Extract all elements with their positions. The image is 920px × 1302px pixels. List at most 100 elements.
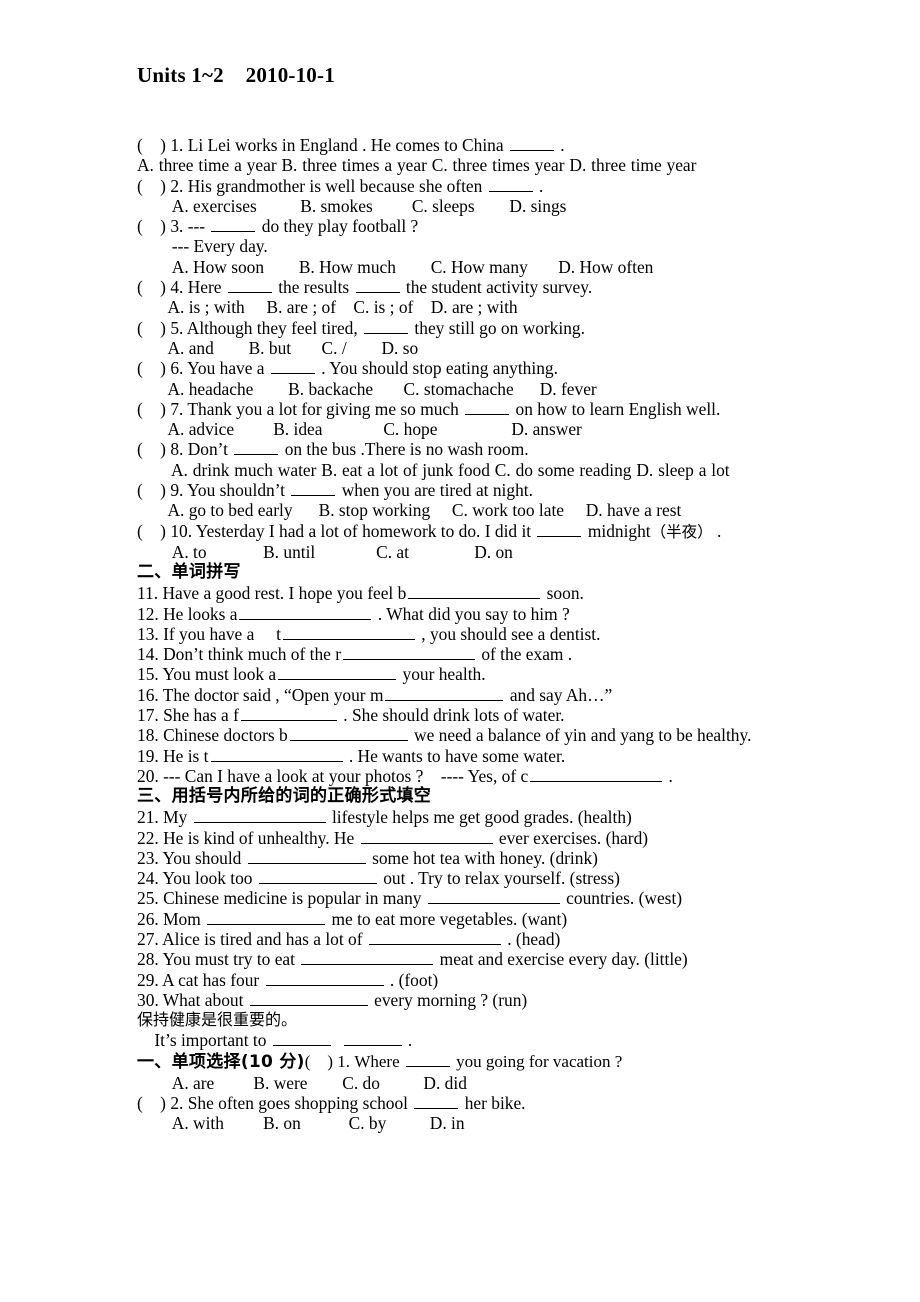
section-heading-multiple-choice: 一、单项选择(10 分)( ) 1. Where you going for v… [137, 1051, 623, 1072]
question-options[interactable]: A. are B. were C. do D. did [137, 1073, 783, 1093]
blank-line [301, 950, 434, 966]
question-stem: ( ) 2. She often goes shopping school he… [137, 1093, 526, 1114]
blank-line [249, 991, 368, 1006]
form-item: 28. You must try to eat meat and exercis… [137, 949, 688, 970]
form-item: 27. Alice is tired and has a lot of . (h… [137, 928, 561, 949]
blank-line [272, 1031, 331, 1047]
form-item: 22. He is kind of unhealthy. He ever exe… [137, 827, 649, 848]
blank-line [385, 685, 504, 701]
document-body: ( ) 1. Li Lei works in England . He come… [137, 135, 783, 1134]
question-stem: ( ) 6. You have a . You should stop eati… [137, 358, 558, 379]
form-item: 25. Chinese medicine is popular in many … [137, 888, 683, 909]
question-stem: ( ) 2. His grandmother is well because s… [137, 175, 544, 196]
blank-line [509, 136, 554, 151]
form-item: 23. You should some hot tea with honey. … [137, 847, 598, 868]
blank-line [408, 584, 541, 600]
blank-line [240, 706, 337, 722]
chinese-gloss: （半夜） [650, 522, 713, 541]
spelling-item: 15. You must look a your health. [137, 664, 486, 685]
question-options[interactable]: A. advice B. idea C. hope D. answer [137, 419, 783, 439]
question-stem: ( ) 9. You shouldn’t when you are tired … [137, 480, 533, 501]
spelling-item: 12. He looks a . What did you say to him… [137, 603, 570, 624]
spelling-item: 19. He is t . He wants to have some wate… [137, 745, 566, 766]
blank-line [258, 869, 377, 885]
question-stem: ( ) 8. Don’t on the bus .There is no was… [137, 439, 529, 460]
form-item: 24. You look too out . Try to relax your… [137, 868, 620, 889]
question-marker[interactable]: ( ) 10. [137, 521, 192, 541]
question-options[interactable]: A. three time a year B. three times a ye… [137, 155, 783, 175]
spelling-item: 18. Chinese doctors b we need a balance … [137, 725, 752, 746]
form-item: 26. Mom me to eat more vegetables. (want… [137, 908, 568, 929]
blank-line [414, 1094, 459, 1110]
question-stem: ( ) 1. Li Lei works in England . He come… [137, 135, 565, 155]
spelling-item: 11. Have a good rest. I hope you feel b … [137, 583, 584, 604]
question-marker[interactable]: ( ) 4. [137, 277, 183, 297]
question-options[interactable]: A. exercises B. smokes C. sleeps D. sing… [137, 196, 783, 216]
spelling-item: 14. Don’t think much of the r of the exa… [137, 644, 573, 665]
question-stem: ( ) 4. Here the results the student acti… [137, 277, 593, 298]
question-marker[interactable]: ( ) 8. [137, 439, 183, 459]
section-heading-word-forms: 三、用括号内所给的词的正确形式填空 [137, 786, 432, 807]
question-options[interactable]: A. with B. on C. by D. in [137, 1113, 783, 1133]
blank-line [270, 359, 315, 375]
blank-line [530, 767, 663, 782]
chinese-prompt: 保持健康是很重要的。 [137, 1010, 298, 1030]
question-marker[interactable]: ( ) 6. [137, 358, 183, 378]
blank-line [405, 1052, 450, 1067]
question-marker[interactable]: ( ) 2. [137, 176, 183, 196]
blank-line [234, 440, 279, 456]
section-heading-spelling: 二、单词拼写 [137, 562, 241, 583]
document-page: Units 1~2 2010-10-1 ( ) 1. Li Lei works … [0, 0, 920, 1302]
blank-line [247, 849, 366, 864]
question-options[interactable]: A. go to bed early B. stop working C. wo… [137, 500, 783, 520]
question-marker[interactable]: ( ) 9. [137, 480, 183, 500]
question-stem: ( ) 5. Although they feel tired, they st… [137, 317, 585, 338]
blank-line [291, 481, 336, 497]
blank-line [193, 808, 326, 824]
form-item: 21. My lifestyle helps me get good grade… [137, 807, 632, 828]
blank-line [343, 1031, 402, 1047]
blank-line [211, 217, 256, 233]
blank-line [364, 318, 409, 334]
question-options[interactable]: A. to B. until C. at D. on [137, 542, 783, 562]
blank-line [239, 604, 372, 620]
blank-line [282, 625, 415, 640]
blank-line [427, 889, 560, 905]
question-options[interactable]: A. headache B. backache C. stomachache D… [137, 379, 783, 399]
blank-line [488, 176, 533, 192]
spelling-item: 17. She has a f . She should drink lots … [137, 705, 565, 726]
spelling-item: 20. --- Can I have a look at your photos… [137, 765, 673, 786]
form-item: 30. What about every morning ? (run) [137, 989, 528, 1010]
question-answer-line: --- Every day. [137, 236, 268, 257]
page-title: Units 1~2 2010-10-1 [137, 63, 335, 87]
spelling-item: 16. The doctor said , “Open your m and s… [137, 684, 613, 705]
section-score: (10 分) [240, 1051, 305, 1072]
question-marker[interactable]: ( ) 7. [137, 399, 183, 419]
question-marker[interactable]: ( ) 1. [137, 135, 183, 155]
blank-line [278, 665, 397, 681]
question-stem: ( ) 10. Yesterday I had a lot of homewor… [137, 520, 722, 541]
question-options[interactable]: A. How soon B. How much C. How many D. H… [137, 257, 783, 277]
blank-line [465, 400, 510, 415]
blank-line [360, 828, 493, 844]
spelling-item: 13. If you have a t , you should see a d… [137, 623, 601, 644]
question-options[interactable]: A. drink much water B. eat a lot of junk… [137, 460, 783, 480]
question-marker[interactable]: ( ) 3. [137, 216, 183, 236]
blank-line [227, 278, 272, 294]
form-item: 29. A cat has four . (foot) [137, 969, 439, 990]
question-stem: ( ) 7. Thank you a lot for giving me so … [137, 398, 721, 419]
question-options[interactable]: A. and B. but C. / D. so [137, 338, 783, 358]
translation-item: It’s important to . [137, 1030, 413, 1051]
blank-line [210, 746, 343, 762]
question-marker[interactable]: ( ) 5. [137, 318, 183, 338]
blank-line [355, 278, 400, 294]
blank-line [368, 930, 501, 945]
blank-line [537, 521, 582, 537]
blank-line [343, 645, 475, 661]
question-options[interactable]: A. is ; with B. are ; of C. is ; of D. a… [137, 297, 783, 317]
question-marker[interactable]: ( ) 2. [137, 1093, 183, 1113]
blank-line [289, 726, 408, 742]
blank-line [207, 909, 326, 925]
question-stem: ( ) 3. --- do they play football ? [137, 216, 419, 237]
question-marker[interactable]: ( ) 1. [305, 1052, 350, 1071]
